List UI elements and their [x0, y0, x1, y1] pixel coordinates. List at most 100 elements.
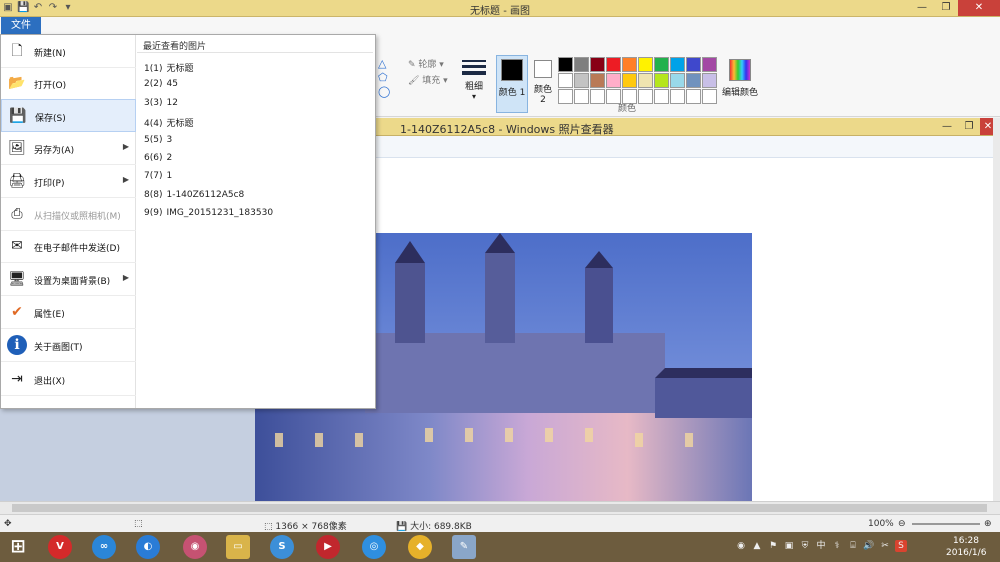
- palette-swatch[interactable]: [622, 73, 637, 88]
- color2-button[interactable]: 颜色 2: [530, 55, 556, 113]
- palette-swatch[interactable]: [606, 73, 621, 88]
- recent-picture-item[interactable]: 7(7) 1: [144, 171, 172, 185]
- palette-swatch[interactable]: [606, 57, 621, 72]
- network-app-icon[interactable]: ∞: [92, 535, 116, 559]
- recent-picture-item[interactable]: 8(8) 1-140Z6112A5c8: [144, 190, 244, 204]
- start-button[interactable]: ⊞: [6, 535, 30, 559]
- palette-swatch[interactable]: [686, 57, 701, 72]
- file-menu-item-label: 另存为(A): [34, 146, 75, 156]
- email-icon: ✉: [11, 238, 23, 254]
- viewer-minimize-button[interactable]: —: [936, 118, 958, 135]
- recent-picture-item[interactable]: 6(6) 2: [144, 153, 172, 167]
- file-menu-item[interactable]: 🖥 设置为桌面背景(B) ▶: [1, 263, 136, 296]
- media-player-icon[interactable]: ▶: [316, 535, 340, 559]
- tray-app-icon[interactable]: ◉: [735, 540, 747, 552]
- tray-shield-icon[interactable]: ⛨: [799, 540, 811, 552]
- file-explorer-icon[interactable]: ▭: [226, 535, 250, 559]
- palette-swatch[interactable]: [590, 57, 605, 72]
- desktop-background-icon: 🖥: [8, 271, 26, 287]
- vivaldi-app-icon[interactable]: V: [48, 535, 72, 559]
- zoom-slider[interactable]: [912, 523, 980, 525]
- palette-swatch[interactable]: [654, 73, 669, 88]
- new-file-icon: 🗋: [11, 43, 23, 59]
- palette-swatch[interactable]: [638, 89, 653, 104]
- recent-picture-item[interactable]: 5(5) 3: [144, 135, 172, 149]
- minimize-button[interactable]: —: [910, 0, 934, 16]
- tray-antivirus-icon[interactable]: ⚕: [831, 540, 843, 552]
- tray-flag-icon[interactable]: ⚑: [767, 540, 779, 552]
- palette-swatch[interactable]: [574, 57, 589, 72]
- palette-swatch[interactable]: [574, 89, 589, 104]
- chat-app-icon[interactable]: ◐: [136, 535, 160, 559]
- palette-swatch[interactable]: [638, 57, 653, 72]
- callout-shape-icon[interactable]: ◯: [378, 85, 390, 98]
- file-menu-item[interactable]: ℹ 关于画图(T): [1, 329, 136, 362]
- palette-swatch[interactable]: [622, 57, 637, 72]
- palette-swatch[interactable]: [574, 73, 589, 88]
- recent-pictures-pane: 最近查看的图片 1(1) 无标题 2(2) 45 3(3) 12 4(4) 无标题 5(5) 3 6…: [137, 35, 375, 408]
- file-menu-item[interactable]: 🖨 打印(P) ▶: [1, 165, 136, 198]
- palette-swatch[interactable]: [558, 73, 573, 88]
- file-menu-item[interactable]: ✉ 在电子邮件中发送(D): [1, 230, 136, 263]
- palette-swatch[interactable]: [558, 89, 573, 104]
- palette-swatch[interactable]: [686, 73, 701, 88]
- file-menu-item-label: 打开(O): [34, 81, 67, 91]
- tray-input-icon[interactable]: 中: [815, 540, 827, 552]
- recent-picture-item[interactable]: 9(9) IMG_20151231_183530: [144, 208, 273, 222]
- file-menu-item[interactable]: 📂 打开(O): [1, 67, 136, 100]
- zoom-out-button[interactable]: ⊖: [898, 519, 906, 529]
- outline-dropdown[interactable]: ✎ 轮廓 ▾: [408, 57, 444, 70]
- restore-button[interactable]: ❐: [934, 0, 958, 16]
- close-button[interactable]: ✕: [958, 0, 1000, 16]
- palette-swatch[interactable]: [702, 57, 717, 72]
- palette-swatch[interactable]: [590, 89, 605, 104]
- recent-picture-item[interactable]: 3(3) 12: [144, 98, 178, 112]
- tray-ime-icon[interactable]: S: [895, 540, 907, 552]
- tray-tools-icon[interactable]: ✂: [879, 540, 891, 552]
- browser-app-icon[interactable]: ◎: [362, 535, 386, 559]
- tray-volume-icon[interactable]: 🔊: [863, 540, 875, 552]
- palette-swatch[interactable]: [638, 73, 653, 88]
- file-menu: 🗋 新建(N) 📂 打开(O) 💾 保存(S) 🖼 另存为(A) ▶ 🖨 打印(P) ▶ ⎙ 从扫描仪或照…: [0, 34, 376, 409]
- size-button[interactable]: 粗细 ▾: [458, 57, 490, 112]
- viewer-restore-button[interactable]: ❐: [958, 118, 980, 135]
- palette-swatch[interactable]: [670, 73, 685, 88]
- tray-window-icon[interactable]: ▣: [783, 540, 795, 552]
- recent-picture-item[interactable]: 4(4) 无标题: [144, 116, 194, 130]
- file-menu-item[interactable]: 💾 保存(S): [1, 99, 136, 132]
- tray-network-icon[interactable]: ⌸: [847, 540, 859, 552]
- palette-swatch[interactable]: [670, 89, 685, 104]
- palette-swatch[interactable]: [702, 89, 717, 104]
- color1-button[interactable]: 颜色 1: [496, 55, 528, 113]
- palette-swatch[interactable]: [702, 73, 717, 88]
- palette-swatch[interactable]: [654, 57, 669, 72]
- recent-picture-item[interactable]: 2(2) 45: [144, 79, 178, 93]
- palette-swatch[interactable]: [654, 89, 669, 104]
- palette-swatch[interactable]: [590, 73, 605, 88]
- search-app-icon[interactable]: S: [270, 535, 294, 559]
- triangle-shape-icon[interactable]: △: [378, 57, 386, 70]
- palette-swatch[interactable]: [558, 57, 573, 72]
- checkmark-icon: ✔: [11, 304, 23, 320]
- horizontal-scrollbar[interactable]: [0, 501, 1000, 514]
- vertical-scrollbar[interactable]: [993, 118, 1000, 501]
- recent-item-number: 9(9): [144, 208, 163, 219]
- paint-app-icon[interactable]: ✎: [452, 535, 476, 559]
- taskbar-clock[interactable]: 16:28 2016/1/6: [946, 535, 986, 559]
- file-menu-item[interactable]: ✔ 属性(E): [1, 296, 136, 329]
- recent-picture-item[interactable]: 1(1) 无标题: [144, 61, 194, 75]
- file-tab[interactable]: 文件: [1, 17, 41, 34]
- palette-swatch[interactable]: [686, 89, 701, 104]
- camera-app-icon[interactable]: ◉: [183, 535, 207, 559]
- pentagon-shape-icon[interactable]: ⬠: [378, 71, 388, 84]
- file-menu-item[interactable]: 🖼 另存为(A) ▶: [1, 132, 136, 165]
- file-menu-item[interactable]: ⇥ 退出(X): [1, 363, 136, 396]
- submenu-arrow-icon: ▶: [122, 175, 129, 184]
- map-app-icon[interactable]: ◆: [408, 535, 432, 559]
- fill-dropdown[interactable]: 🖌 填充 ▾: [408, 73, 448, 86]
- palette-swatch[interactable]: [670, 57, 685, 72]
- zoom-in-button[interactable]: ⊕: [984, 519, 992, 529]
- edit-colors-button[interactable]: 编辑颜色: [720, 57, 760, 98]
- file-menu-item[interactable]: 🗋 新建(N): [1, 35, 136, 68]
- tray-expand-icon[interactable]: ▲: [751, 540, 763, 552]
